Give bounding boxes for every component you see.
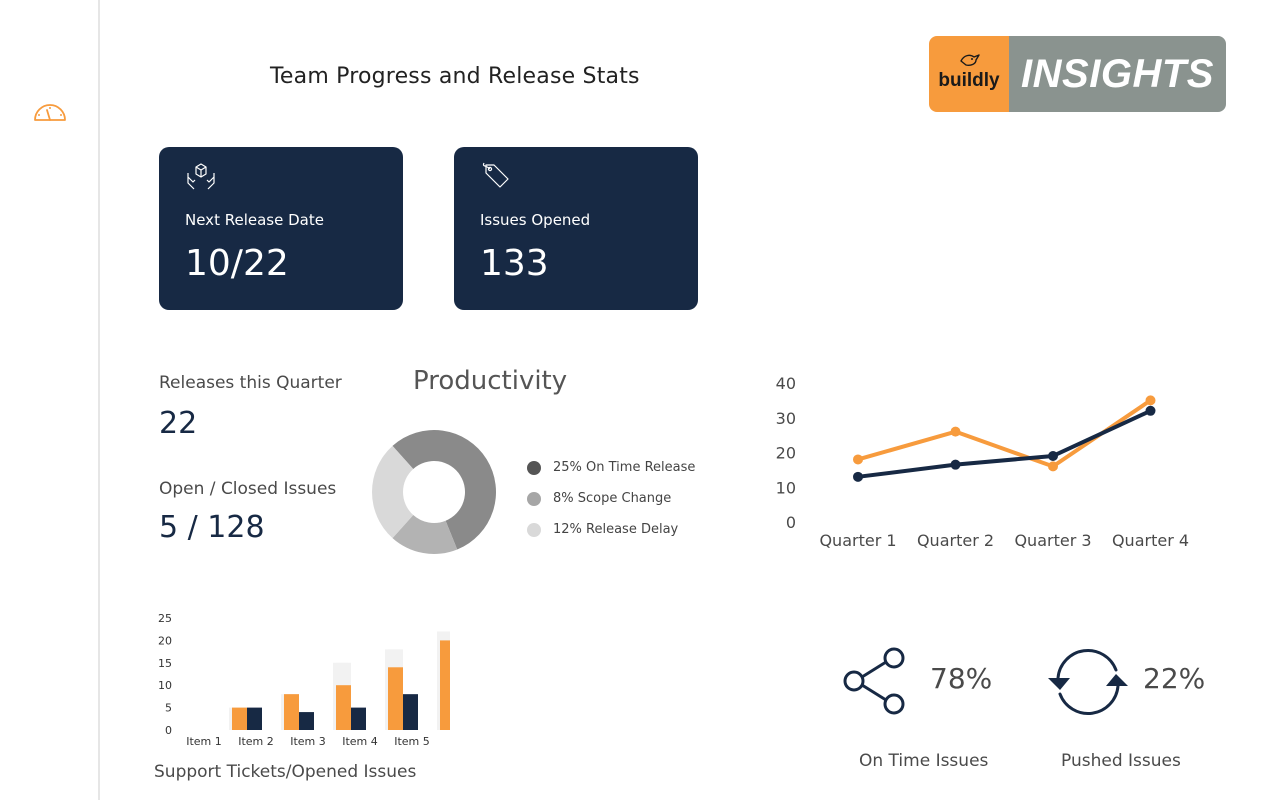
x-tick-label: Item 1 xyxy=(186,735,222,748)
x-tick-label: Quarter 2 xyxy=(917,531,994,550)
data-point xyxy=(950,426,961,437)
bar xyxy=(284,694,299,730)
next-release-card: Next Release Date 10/22 xyxy=(159,147,403,310)
data-point xyxy=(1145,405,1156,416)
data-point xyxy=(853,471,863,482)
productivity-legend: 25% On Time Release 8% Scope Change 12% … xyxy=(527,452,695,545)
x-tick-label: Quarter 4 xyxy=(1112,531,1189,550)
bar xyxy=(232,707,247,730)
legend-item: 12% Release Delay xyxy=(527,514,695,545)
pushed-issues-label: Pushed Issues xyxy=(1061,751,1181,771)
sync-icon xyxy=(1048,649,1128,715)
y-tick-label: 10 xyxy=(776,478,796,497)
x-tick-label: Item 2 xyxy=(238,735,274,748)
bar xyxy=(299,712,314,730)
data-point xyxy=(1048,461,1058,472)
bar xyxy=(388,667,403,730)
issues-opened-card: Issues Opened 133 xyxy=(454,147,698,310)
data-point xyxy=(853,454,863,465)
x-tick-label: Item 4 xyxy=(342,735,378,748)
y-tick-label: 20 xyxy=(158,634,172,647)
legend-dot xyxy=(527,460,541,475)
y-tick-label: 0 xyxy=(786,513,796,532)
quarterly-line-chart: 0 10 20 30 40 Quarter 1 Quarter 2 Quarter 3 Quar… xyxy=(776,374,1189,550)
legend-dot xyxy=(527,522,541,537)
productivity-title: Productivity xyxy=(413,366,568,396)
y-tick-label: 40 xyxy=(776,374,796,393)
x-tick-label: Item 5 xyxy=(394,735,430,748)
package-hands-icon xyxy=(187,163,215,190)
releases-label: Releases this Quarter xyxy=(159,373,342,393)
pushed-issues-value: 22% xyxy=(1143,662,1206,695)
support-tickets-bar-chart: 0 5 10 15 20 25 Item 1 Item 2 Item 3 Item 4 Item 5 xyxy=(158,612,450,748)
legend-label: 8% Scope Change xyxy=(553,491,672,506)
share-icon xyxy=(843,647,905,715)
legend-label: 12% Release Delay xyxy=(553,522,679,537)
bar xyxy=(440,640,450,730)
card-label: Issues Opened xyxy=(480,211,591,229)
data-point xyxy=(950,459,961,470)
y-tick-label: 30 xyxy=(776,409,796,428)
y-tick-label: 15 xyxy=(158,657,172,670)
logo-product: INSIGHTS xyxy=(1009,36,1226,112)
page-title: Team Progress and Release Stats xyxy=(270,64,640,89)
bar xyxy=(336,685,351,730)
on-time-issues-value: 78% xyxy=(930,662,993,695)
series-line xyxy=(857,398,1152,469)
data-point xyxy=(1048,450,1058,461)
card-label: Next Release Date xyxy=(185,211,324,229)
legend-label: 25% On Time Release xyxy=(553,460,696,475)
issues-value: 5 / 128 xyxy=(159,510,265,545)
x-tick-label: Quarter 1 xyxy=(819,531,896,550)
logo-brand-text: buildly xyxy=(938,70,1000,91)
series-line xyxy=(857,408,1152,479)
buildly-insights-logo: buildly INSIGHTS xyxy=(929,36,1226,112)
data-point xyxy=(1145,395,1156,406)
bar xyxy=(351,707,366,730)
x-tick-label: Item 3 xyxy=(290,735,326,748)
releases-value: 22 xyxy=(159,406,198,441)
y-tick-label: 5 xyxy=(165,702,172,715)
y-tick-label: 20 xyxy=(776,444,796,463)
bird-icon xyxy=(960,54,980,66)
y-tick-label: 25 xyxy=(158,612,172,625)
bar xyxy=(403,694,418,730)
logo-brand: buildly xyxy=(929,36,1009,112)
bar-chart-title: Support Tickets/Opened Issues xyxy=(154,762,417,782)
issues-label: Open / Closed Issues xyxy=(159,479,337,499)
legend-item: 25% On Time Release xyxy=(527,452,695,483)
y-tick-label: 0 xyxy=(165,724,172,737)
logo-product-text: INSIGHTS xyxy=(1021,51,1214,96)
legend-dot xyxy=(527,491,541,506)
productivity-donut-chart xyxy=(372,430,496,554)
y-tick-label: 10 xyxy=(158,679,172,692)
x-tick-label: Quarter 3 xyxy=(1014,531,1091,550)
tag-icon xyxy=(482,162,509,188)
card-value: 133 xyxy=(480,243,549,284)
card-value: 10/22 xyxy=(185,243,289,284)
sidebar xyxy=(0,0,100,800)
bar xyxy=(247,707,262,730)
on-time-issues-label: On Time Issues xyxy=(859,751,989,771)
legend-item: 8% Scope Change xyxy=(527,483,695,514)
speedometer-icon[interactable] xyxy=(32,98,68,124)
